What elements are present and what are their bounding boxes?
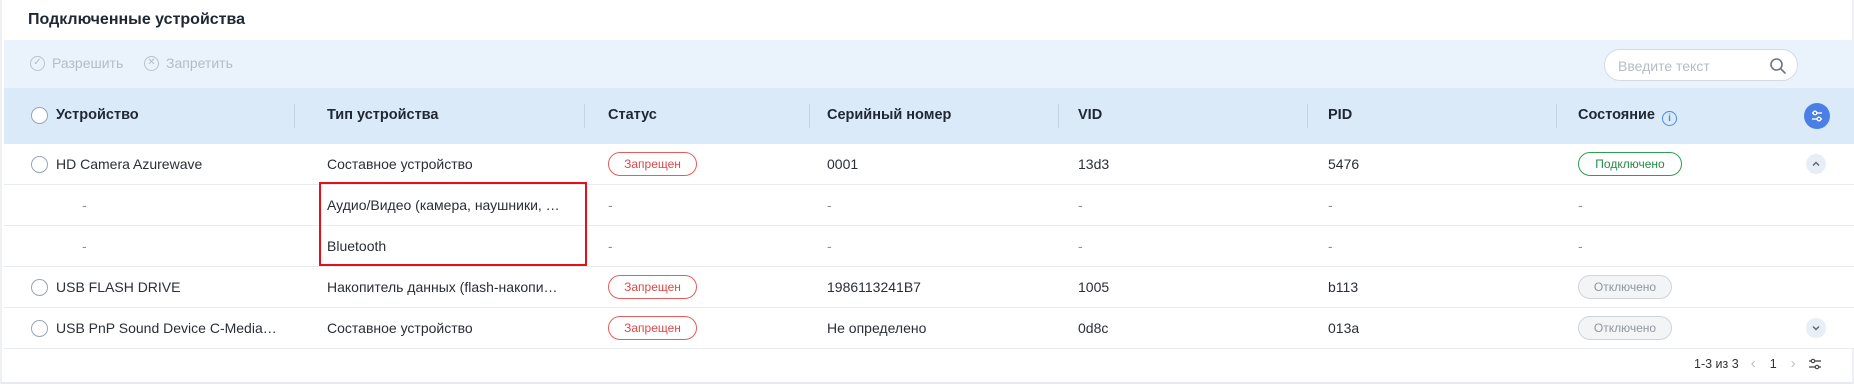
state-badge: Отключено [1578,316,1672,340]
status-badge: Запрещен [608,275,697,299]
col-vid-header[interactable]: VID [1078,107,1102,123]
cell-type: Составное устройство [327,320,473,336]
status-badge: Запрещен [608,152,697,176]
search-input[interactable] [1618,56,1768,76]
cell-pid: b113 [1328,279,1359,295]
chevron-up-icon [1812,161,1820,166]
cell-type: Аудио/Видео (камера, наушники, … [327,197,560,213]
select-all-checkbox[interactable] [31,107,48,124]
row-checkbox[interactable] [31,279,48,296]
table-row-child[interactable]: - Bluetooth - - - - - [4,226,1854,267]
current-page[interactable]: 1 [1770,357,1777,371]
cell-state: - [1578,197,1583,213]
col-status-header[interactable]: Статус [608,107,657,123]
cell-vid: - [1078,238,1083,254]
expand-row-button[interactable] [1806,318,1826,338]
cell-vid: 13d3 [1078,156,1110,172]
table-row[interactable]: HD Camera Azurewave Составное устройство… [4,144,1854,185]
cell-type: Накопитель данных (flash-накопи… [327,279,558,295]
deny-label: Запретить [166,55,233,71]
table-row[interactable]: USB FLASH DRIVE Накопитель данных (flash… [4,267,1854,308]
sliders-icon [1812,110,1822,122]
check-circle-icon: ✓ [30,55,45,71]
column-divider[interactable] [584,104,585,128]
cell-vid: 1005 [1078,279,1110,295]
cell-device: - [82,197,87,213]
x-circle-icon: ✕ [144,55,159,71]
column-divider[interactable] [1058,104,1059,128]
allow-button[interactable]: ✓ Разрешить [30,55,123,71]
connected-devices-panel: Подключенные устройства ✓ Разрешить ✕ За… [0,0,1854,384]
table-row-child[interactable]: - Аудио/Видео (камера, наушники, … - - -… [4,185,1854,226]
prev-page-icon[interactable]: ‹ [1751,355,1756,372]
pagination: 1-3 из 3 ‹ 1 › [1694,355,1822,372]
cell-state: - [1578,238,1583,254]
cell-type: Составное устройство [327,156,473,172]
pagination-range: 1-3 из 3 [1694,356,1739,371]
cell-serial: 1986113241B7 [827,279,921,295]
cell-vid: 0d8c [1078,320,1109,336]
col-state-header[interactable]: Состояние i [1578,107,1677,126]
col-pid-header[interactable]: PID [1328,107,1352,123]
column-divider[interactable] [1556,104,1557,128]
cell-pid: - [1328,197,1333,213]
deny-button[interactable]: ✕ Запретить [144,55,233,71]
state-badge: Отключено [1578,275,1672,299]
column-divider[interactable] [809,104,810,128]
pagination-settings-icon[interactable] [1808,357,1822,371]
cell-device: - [82,238,87,254]
col-device-header[interactable]: Устройство [56,107,139,123]
cell-vid: - [1078,197,1083,213]
state-badge: Подключено [1578,152,1682,176]
cell-pid: - [1328,238,1333,254]
cell-type: Bluetooth [327,238,387,254]
cell-status: - [608,197,613,213]
collapse-row-button[interactable] [1806,154,1826,174]
toolbar: ✓ Разрешить ✕ Запретить [4,40,1854,88]
column-divider[interactable] [294,104,295,128]
cell-device: USB FLASH DRIVE [56,279,181,295]
cell-serial: - [827,238,832,254]
search-icon[interactable] [1769,57,1787,75]
col-state-label: Состояние [1578,107,1655,123]
cell-pid: 5476 [1328,156,1360,172]
allow-label: Разрешить [52,55,124,71]
next-page-icon[interactable]: › [1791,355,1796,372]
search-box [1604,49,1798,81]
column-divider[interactable] [1307,104,1308,128]
cell-status: - [608,238,613,254]
info-icon[interactable]: i [1661,111,1677,126]
cell-serial: 0001 [827,156,859,172]
cell-device: USB PnP Sound Device C-Media… [56,320,277,336]
col-serial-header[interactable]: Серийный номер [827,107,951,123]
column-settings-button[interactable] [1804,103,1830,129]
cell-device: HD Camera Azurewave [56,156,203,172]
row-checkbox[interactable] [31,320,48,337]
panel-title: Подключенные устройства [28,11,246,28]
cell-serial: - [827,197,832,213]
col-type-header[interactable]: Тип устройства [327,107,438,123]
cell-pid: 013a [1328,320,1360,336]
table-row[interactable]: USB PnP Sound Device C-Media… Составное … [4,308,1854,349]
cell-serial: Не определено [827,320,927,336]
table-header: Устройство Тип устройства Статус Серийны… [4,88,1854,144]
status-badge: Запрещен [608,316,697,340]
row-checkbox[interactable] [31,156,48,173]
chevron-down-icon [1812,326,1820,331]
